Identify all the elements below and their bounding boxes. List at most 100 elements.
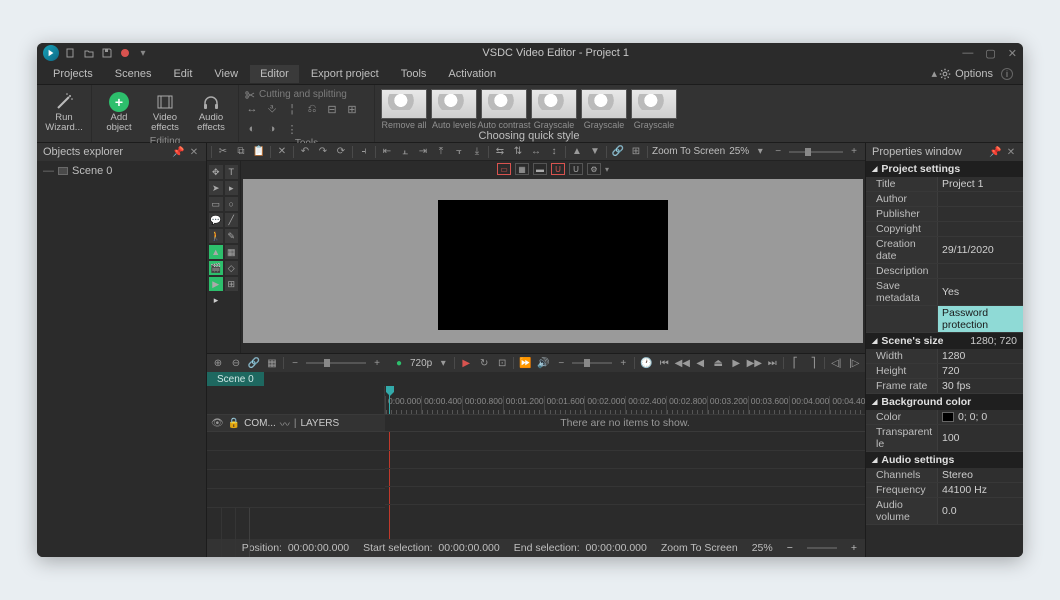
align-left-icon[interactable]: ⇤ (380, 145, 394, 159)
menu-projects[interactable]: Projects (43, 65, 103, 83)
stop-icon[interactable]: ⏏ (711, 356, 725, 370)
copy-icon[interactable]: ⧉ (234, 145, 248, 159)
zoom-value[interactable]: 25% (729, 146, 749, 157)
style-remove-all[interactable]: Remove all (381, 89, 427, 130)
pen-tool-icon[interactable]: ✎ (225, 229, 239, 243)
paste-icon[interactable]: 📋 (252, 145, 266, 159)
tl-zoom-out-icon[interactable]: − (288, 356, 302, 370)
zoom-slider[interactable] (789, 151, 843, 153)
tool-icon[interactable]: ⊞ (345, 102, 359, 116)
tool-icon[interactable]: ¦ (285, 102, 299, 116)
delete-icon[interactable]: ✕ (275, 145, 289, 159)
password-protection-row[interactable]: Password protection (938, 306, 1023, 332)
add-object-button[interactable]: + Add object (98, 89, 140, 135)
style-grayscale-1[interactable]: Grayscale (531, 89, 577, 130)
tl-link-icon[interactable]: 🔗 (247, 356, 261, 370)
video-effects-button[interactable]: Video effects (144, 89, 186, 135)
resolution-label[interactable]: 720p (410, 358, 432, 369)
next-key-icon[interactable]: |▷ (847, 356, 861, 370)
save-icon[interactable] (101, 47, 113, 59)
tl-zoom-in-icon[interactable]: + (370, 356, 384, 370)
step-back-icon[interactable]: ◀ (693, 356, 707, 370)
order-back-icon[interactable]: ▼ (588, 145, 602, 159)
move-tool-icon[interactable]: ✥ (209, 165, 223, 179)
video-tool-icon[interactable]: 🎬 (209, 261, 223, 275)
quality-icon[interactable]: ● (392, 356, 406, 370)
mark-out-icon[interactable]: ⎤ (806, 356, 820, 370)
group-icon[interactable]: ⊞ (629, 145, 643, 159)
sprite-tool-icon[interactable]: ⊞ (225, 277, 239, 291)
person-tool-icon[interactable]: 🚶 (209, 229, 223, 243)
qat-dropdown-icon[interactable]: ▾ (137, 47, 149, 59)
undo-icon[interactable]: ↶ (298, 145, 312, 159)
preview-canvas[interactable] (243, 179, 863, 351)
tool-icon[interactable]: ◑ (265, 122, 279, 136)
menu-editor[interactable]: Editor (250, 65, 299, 83)
prop-pin-icon[interactable]: 📌 (989, 147, 1001, 158)
options-button[interactable]: Options (939, 68, 993, 80)
scene-tab-0[interactable]: Scene 0 (207, 372, 264, 386)
sub-dropdown-icon[interactable]: ▾ (605, 165, 609, 174)
menu-view[interactable]: View (204, 65, 248, 83)
menu-edit[interactable]: Edit (163, 65, 202, 83)
minimize-button[interactable]: — (962, 47, 973, 60)
zoom-dropdown-icon[interactable]: ▾ (753, 145, 767, 159)
style-auto-contrast[interactable]: Auto contrast (481, 89, 527, 130)
style-grayscale-2[interactable]: Grayscale (581, 89, 627, 130)
color-swatch[interactable] (942, 412, 954, 422)
text-tool-icon[interactable]: T (225, 165, 239, 179)
style-auto-levels[interactable]: Auto levels (431, 89, 477, 130)
tree-item-scene[interactable]: — Scene 0 (43, 165, 200, 177)
wave-icon[interactable]: 〰 (280, 416, 290, 431)
align-icon[interactable]: ⫞ (357, 145, 371, 159)
group-bg-color[interactable]: Background color (866, 394, 1023, 410)
style-grayscale-3[interactable]: Grayscale (631, 89, 677, 130)
prev-key-icon[interactable]: ◁| (829, 356, 843, 370)
tool-icon[interactable]: ⊟ (325, 102, 339, 116)
redo-icon[interactable]: ↷ (316, 145, 330, 159)
align-top-icon[interactable]: ⤒ (434, 145, 448, 159)
tool-icon[interactable]: ⋮ (285, 122, 299, 136)
bg-color-value[interactable]: 0; 0; 0 (938, 410, 1023, 424)
ellipse-tool-icon[interactable]: ○ (225, 197, 239, 211)
group-project-settings[interactable]: Project settings (866, 161, 1023, 177)
collapse-ribbon-icon[interactable]: ▴ (932, 67, 938, 80)
zoom-out-icon[interactable]: − (771, 145, 785, 159)
tl-remove-icon[interactable]: ⊖ (229, 356, 243, 370)
menu-tools[interactable]: Tools (391, 65, 437, 83)
close-button[interactable]: ✕ (1008, 47, 1017, 60)
skip-start-icon[interactable]: ⏮ (657, 356, 671, 370)
rect-tool-icon[interactable]: ▭ (209, 197, 223, 211)
link-icon[interactable]: 🔗 (611, 145, 625, 159)
group-audio-settings[interactable]: Audio settings (866, 452, 1023, 468)
menu-export[interactable]: Export project (301, 65, 389, 83)
timeline-body[interactable] (207, 432, 865, 539)
tool-icon[interactable]: ↔ (245, 102, 259, 116)
run-wizard-button[interactable]: Run Wizard... (43, 89, 85, 135)
status-zoom-slider[interactable] (807, 547, 837, 549)
mask-fill-icon[interactable]: ▬ (533, 163, 547, 175)
ff-icon[interactable]: ▶▶ (747, 356, 761, 370)
tl-grid-icon[interactable]: ▦ (265, 356, 279, 370)
status-zoom-out-icon[interactable]: − (787, 542, 793, 554)
arrow-tool-icon[interactable]: ➤ (209, 181, 223, 195)
menu-activation[interactable]: Activation (438, 65, 506, 83)
clock-icon[interactable]: 🕐 (639, 356, 653, 370)
tool-icon[interactable]: ⎀ (265, 102, 279, 116)
play-red-icon[interactable]: ▶ (459, 356, 473, 370)
record-icon[interactable] (119, 47, 131, 59)
refresh-icon[interactable]: ⟳ (334, 145, 348, 159)
align-right-icon[interactable]: ⇥ (416, 145, 430, 159)
tool-icon[interactable]: ◐ (245, 122, 259, 136)
playhead[interactable] (389, 386, 390, 414)
chart-tool-icon[interactable]: ▦ (225, 245, 239, 259)
distribute-v-icon[interactable]: ⇅ (511, 145, 525, 159)
eye-icon[interactable]: 👁 (211, 418, 224, 429)
image-tool-icon[interactable]: ▲ (209, 245, 223, 259)
loop-icon[interactable]: ↻ (477, 356, 491, 370)
align-middle-icon[interactable]: ⫟ (452, 145, 466, 159)
align-center-h-icon[interactable]: ⫠ (398, 145, 412, 159)
group-scene-size[interactable]: Scene's size1280; 720 (866, 333, 1023, 349)
shape-tool-icon[interactable]: ◇ (225, 261, 239, 275)
mark-in-icon[interactable]: ⎡ (788, 356, 802, 370)
